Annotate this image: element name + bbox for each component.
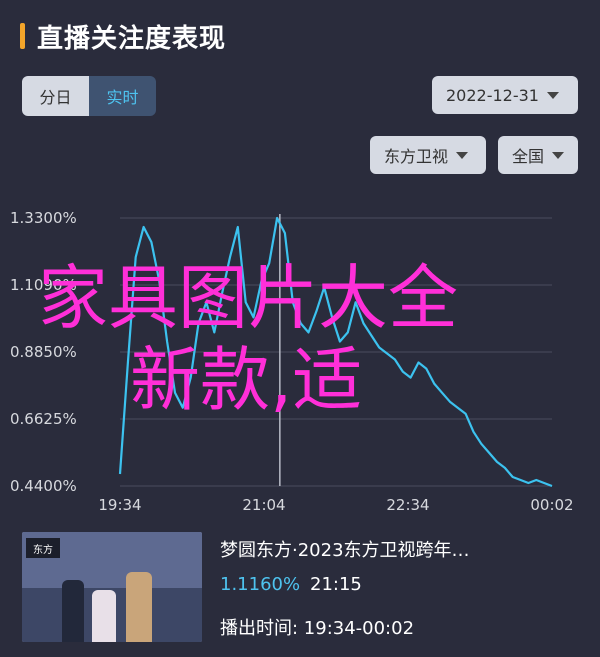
program-airtime: 播出时间: 19:34-00:02 (220, 618, 415, 639)
y-tick-label: 0.4400% (10, 477, 77, 495)
date-value: 2022-12-31 (446, 85, 539, 105)
tv-logo-icon: 东方 (26, 538, 60, 558)
y-tick-label: 0.8850% (10, 343, 77, 361)
performer-figure (126, 572, 152, 642)
region-dropdown[interactable]: 全国 (498, 136, 578, 174)
performer-figure (92, 590, 116, 642)
title-accent-bar (20, 23, 25, 49)
x-tick-label: 22:34 (386, 496, 429, 514)
chevron-down-icon (546, 91, 559, 99)
program-rate: 1.1160% (220, 574, 301, 595)
page-title: 直播关注度表现 (37, 23, 227, 54)
y-tick-label: 1.3300% (10, 209, 77, 227)
program-card[interactable]: 东方 梦圆东方·2023东方卫视跨年… 1.1160% 21:15 播出时间: … (22, 528, 578, 644)
y-tick-label: 0.6625% (10, 410, 77, 428)
header: 直播关注度表现 (20, 16, 226, 56)
toggle-realtime[interactable]: 实时 (89, 76, 156, 116)
overlay-text-line2: 新款,适 (130, 339, 363, 421)
x-tick-label: 21:04 (242, 496, 285, 514)
overlay-text-line1: 家具图片大全 (38, 257, 458, 339)
channel-value: 东方卫视 (384, 147, 449, 166)
program-thumbnail: 东方 (22, 532, 202, 642)
x-tick-label: 19:34 (98, 496, 141, 514)
toggle-daily[interactable]: 分日 (22, 76, 89, 116)
channel-dropdown[interactable]: 东方卫视 (370, 136, 486, 174)
region-value: 全国 (512, 147, 545, 166)
chevron-down-icon (552, 151, 565, 159)
performer-figure (62, 580, 84, 642)
program-title: 梦圆东方·2023东方卫视跨年… (220, 540, 470, 561)
program-time: 21:15 (310, 574, 362, 595)
chevron-down-icon (456, 151, 469, 159)
date-dropdown[interactable]: 2022-12-31 (432, 76, 578, 114)
view-toggle: 分日 实时 (22, 76, 156, 116)
x-tick-label: 00:02 (530, 496, 573, 514)
